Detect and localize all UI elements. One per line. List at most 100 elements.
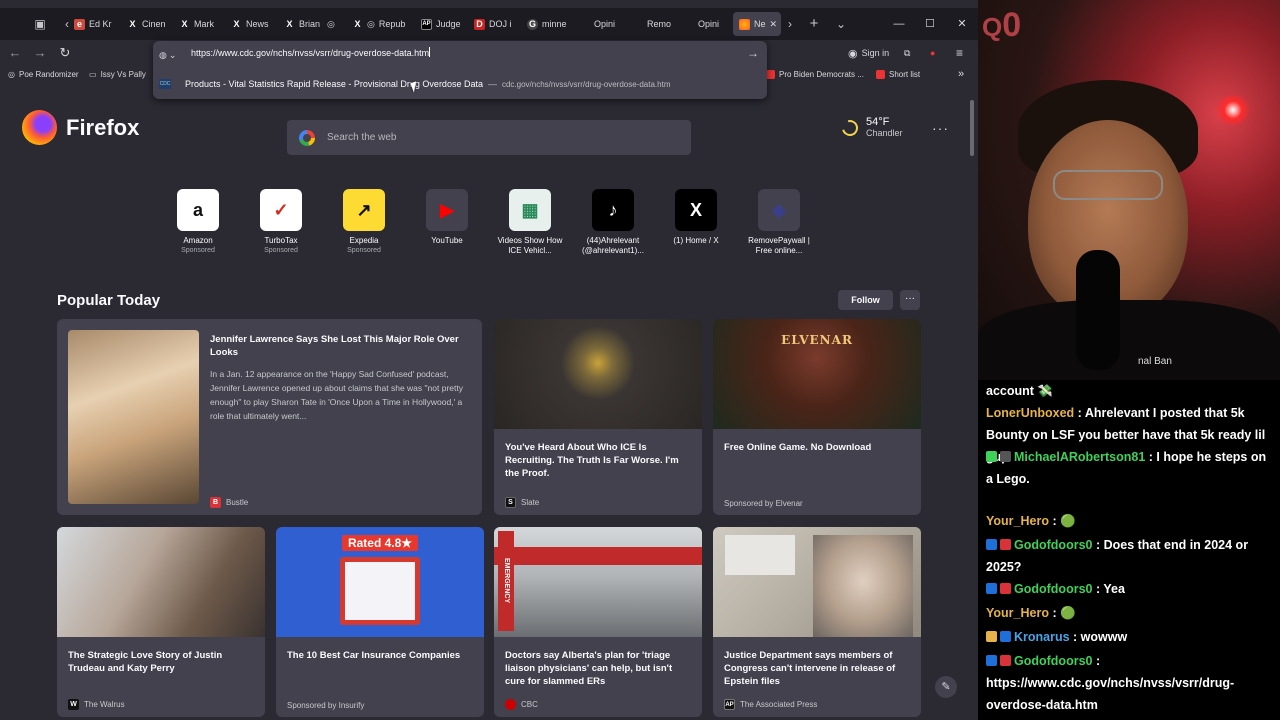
tab[interactable]: AP Judge (421, 12, 461, 36)
tab[interactable]: X Mark (179, 12, 223, 36)
sign-in-button[interactable]: ◉ Sign in (848, 45, 889, 61)
shortcut-tile[interactable]: ▶ YouTube (407, 189, 487, 246)
tab[interactable]: X Cinen (127, 12, 171, 36)
story-card[interactable]: EMERGENCY Doctors say Alberta's plan for… (494, 527, 702, 717)
removepaywall-free-online-icon: ◆ (758, 189, 800, 231)
minimize-icon[interactable]: — (891, 16, 907, 32)
x-favicon-icon: X (286, 19, 293, 29)
bookmark-label: Issy Vs Pally (100, 70, 146, 79)
shortcut-tile[interactable]: ♪ (44)Ahrelevant (@ahrelevant1)... (573, 189, 653, 256)
story-card[interactable]: Rated 4.8★ The 10 Best Car Insurance Com… (276, 527, 484, 717)
url-input[interactable]: https://www.cdc.gov/nchs/nvss/vsrr/drug-… (191, 47, 431, 58)
chat-badge-icon (1000, 539, 1011, 550)
story-title: The Strategic Love Story of Justin Trude… (68, 650, 223, 674)
bustle-icon: B (210, 497, 221, 508)
follow-button[interactable]: Follow (838, 290, 893, 310)
tab-active[interactable]: Ne ✕ (733, 12, 781, 36)
chat-text: : wowww (1069, 630, 1128, 644)
story-card[interactable]: The Strategic Love Story of Justin Trude… (57, 527, 265, 717)
ap-icon: AP (724, 699, 735, 710)
laptop-graphic (340, 557, 420, 625)
tab[interactable]: X Brian ◎ (284, 12, 338, 36)
bookmark-label: Short list (889, 70, 921, 79)
laser-eye-effect (1213, 95, 1253, 125)
story-card[interactable]: Jennifer Lawrence Says She Lost This Maj… (57, 319, 482, 515)
story-image: Rated 4.8★ (276, 527, 484, 637)
go-arrow-icon[interactable]: → (747, 46, 759, 60)
ublock-icon[interactable]: ● (930, 45, 935, 61)
scroll-tabs-right-icon[interactable]: › (780, 14, 800, 34)
story-card[interactable]: Justice Department says members of Congr… (713, 527, 921, 717)
chat-username[interactable]: LonerUnboxed (986, 406, 1074, 420)
1-home-x-icon: X (675, 189, 717, 231)
sponsored-label: Sponsored (264, 247, 298, 254)
tab[interactable]: Remo (647, 12, 683, 36)
search-input[interactable]: Search the web (287, 120, 691, 155)
tab[interactable]: Opini (698, 12, 730, 36)
story-source: B Bustle (210, 497, 248, 508)
tab-overview-icon[interactable]: ▣ (30, 14, 50, 34)
extensions-icon[interactable]: ⧉ (904, 45, 910, 61)
section-menu-icon[interactable]: ··· (900, 290, 920, 310)
chat-message: Your_Hero : 🟢 (986, 510, 1274, 532)
tab[interactable]: e Ed Kr (74, 12, 120, 36)
close-window-icon[interactable]: ✕ (954, 16, 970, 32)
shortcut-tile[interactable]: ▦ Videos Show How ICE Vehicl... (490, 189, 570, 256)
story-source: Sponsored by Elvenar (724, 499, 803, 508)
chat-username[interactable]: MichaelARobertson81 (1014, 450, 1145, 464)
bookmark-item[interactable]: Pro Biden Democrats ... (766, 70, 864, 79)
tab[interactable]: X News (231, 12, 275, 36)
story-card[interactable]: ELVENAR Free Online Game. No Download Sp… (713, 319, 921, 515)
shortcut-tile[interactable]: ↗ Expedia Sponsored (324, 189, 404, 256)
google-icon (299, 129, 315, 146)
suggestion-title: Products - Vital Statistics Rapid Releas… (185, 79, 483, 89)
shortcut-tile[interactable]: a Amazon Sponsored (158, 189, 238, 256)
tab[interactable]: D DOJ i (474, 12, 514, 36)
story-card[interactable]: You've Heard About Who ICE Is Recruiting… (494, 319, 702, 515)
bookmark-item[interactable]: Short list (876, 70, 920, 79)
tab[interactable]: Gminne (527, 12, 567, 36)
list-tabs-icon[interactable]: ⌄ (831, 14, 851, 34)
new-tab-icon[interactable]: + (804, 14, 824, 34)
chat-username[interactable]: Godofdoors0 (1014, 654, 1092, 668)
reload-icon[interactable]: ↻ (57, 45, 73, 61)
shortcut-tile[interactable]: ✓ TurboTax Sponsored (241, 189, 321, 256)
chat-username[interactable]: Your_Hero (986, 606, 1049, 620)
firefox-logo: Firefox (22, 110, 139, 145)
close-tab-icon[interactable]: ✕ (770, 19, 778, 30)
chat-username[interactable]: Your_Hero (986, 514, 1049, 528)
search-engine-button[interactable]: ◍ ⌄ (159, 46, 187, 64)
amazon-icon: a (177, 189, 219, 231)
newtab-menu-icon[interactable]: ··· (932, 120, 949, 136)
glasses (1053, 170, 1163, 200)
chat-username[interactable]: Godofdoors0 (1014, 582, 1092, 596)
more-bookmarks-icon[interactable]: » (958, 68, 964, 80)
shortcut-label: RemovePaywall | Free online... (748, 236, 810, 255)
chat-text: : Yea (1092, 582, 1125, 596)
chat-username[interactable]: Godofdoors0 (1014, 538, 1092, 552)
tab-label: Remo (647, 19, 672, 29)
google-favicon-icon: G (527, 18, 538, 30)
chat-message: Your_Hero : 🟢 (986, 602, 1274, 624)
maximize-icon[interactable]: ☐ (922, 16, 938, 32)
chat-badge-icon (986, 631, 997, 642)
app-menu-icon[interactable]: ≡ (956, 45, 963, 61)
tab[interactable]: Opini (594, 12, 630, 36)
edit-pencil-icon[interactable]: ✎ (935, 676, 957, 698)
bookmark-item[interactable]: ◎ Poe Randomizer (8, 70, 79, 79)
text-caret (429, 47, 431, 57)
forward-icon[interactable]: → (32, 45, 48, 61)
bookmark-folder[interactable]: ▭ Issy Vs Pally (89, 70, 146, 79)
shortcut-tile[interactable]: ◆ RemovePaywall | Free online... (739, 189, 819, 256)
back-icon[interactable]: ← (7, 45, 23, 61)
tab[interactable]: X ◎ Repub (352, 12, 408, 36)
scrollbar[interactable] (970, 100, 974, 156)
chat-badge-icon (1000, 583, 1011, 594)
source-label: Sponsored by Elvenar (724, 499, 803, 508)
weather-widget[interactable]: 54°F Chandler (839, 116, 903, 139)
chat-username[interactable]: Kronarus (1014, 630, 1070, 644)
url-suggestion[interactable]: CDC Products - Vital Statistics Rapid Re… (159, 73, 761, 95)
tab-label: Brian (299, 19, 321, 29)
shortcut-tile[interactable]: X (1) Home / X (656, 189, 736, 246)
tab-label: Judge (436, 19, 461, 29)
